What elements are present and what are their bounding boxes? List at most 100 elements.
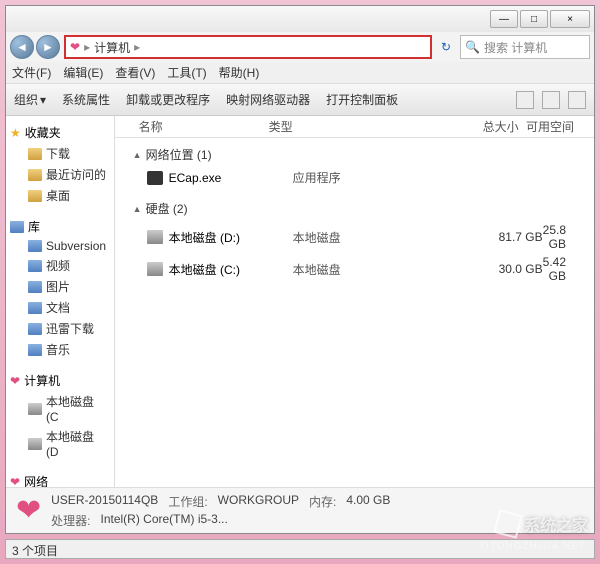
sidebar-item-downloads[interactable]: 下载 xyxy=(10,143,110,164)
folder-icon xyxy=(28,169,42,181)
forward-button[interactable]: ► xyxy=(36,35,60,59)
library-icon xyxy=(28,344,42,356)
item-type: 本地磁盘 xyxy=(293,229,423,246)
section-header-netloc[interactable]: ▲网络位置 (1) xyxy=(123,142,586,167)
maximize-button[interactable]: □ xyxy=(520,10,548,28)
item-free: 5.42 GB xyxy=(543,255,586,283)
menu-tools[interactable]: 工具(T) xyxy=(167,64,206,81)
toolbar: 组织 ▾ 系统属性 卸载或更改程序 映射网络驱动器 打开控制面板 xyxy=(6,84,594,116)
breadcrumb-computer[interactable]: 计算机 xyxy=(94,39,130,56)
item-total: 30.0 GB xyxy=(423,262,543,276)
section-netloc: ▲网络位置 (1) ECap.exe 应用程序 xyxy=(115,138,594,192)
drive-icon xyxy=(147,262,163,276)
col-name[interactable]: 名称 xyxy=(139,118,269,135)
menu-edit[interactable]: 编辑(E) xyxy=(63,64,103,81)
drive-icon xyxy=(28,438,42,450)
col-type[interactable]: 类型 xyxy=(269,118,399,135)
library-icon xyxy=(28,323,42,335)
folder-icon xyxy=(28,190,42,202)
triangle-icon: ▲ xyxy=(133,204,142,214)
watermark: 系统之家 xyxy=(496,512,588,536)
main-pane: 名称 类型 总大小 可用空间 ▲网络位置 (1) ECap.exe 应用程序 ▲… xyxy=(115,116,594,487)
menu-view[interactable]: 查看(V) xyxy=(115,64,155,81)
col-total[interactable]: 总大小 xyxy=(399,118,519,135)
item-name: ECap.exe xyxy=(169,171,293,185)
sidebar-network[interactable]: ❤网络 xyxy=(10,471,110,487)
tool-organize[interactable]: 组织 ▾ xyxy=(14,91,46,108)
pane-icon[interactable] xyxy=(542,91,560,109)
close-button[interactable]: × xyxy=(550,10,590,28)
computer-name: USER-20150114QB xyxy=(51,493,158,510)
menu-help[interactable]: 帮助(H) xyxy=(219,64,260,81)
item-name: 本地磁盘 (C:) xyxy=(169,261,293,278)
minimize-button[interactable]: — xyxy=(490,10,518,28)
house-icon xyxy=(493,509,522,538)
item-total: 81.7 GB xyxy=(423,230,543,244)
sidebar-item-video[interactable]: 视频 xyxy=(10,255,110,276)
menu-file[interactable]: 文件(F) xyxy=(12,64,51,81)
sidebar-item-drive-d[interactable]: 本地磁盘 (D xyxy=(10,426,110,461)
sidebar-item-desktop[interactable]: 桌面 xyxy=(10,185,110,206)
item-type: 应用程序 xyxy=(293,169,423,186)
sidebar-item-xunlei[interactable]: 迅雷下载 xyxy=(10,318,110,339)
sidebar-item-subversion[interactable]: Subversion xyxy=(10,237,110,255)
tool-controlpanel[interactable]: 打开控制面板 xyxy=(326,91,398,108)
item-name: 本地磁盘 (D:) xyxy=(169,229,293,246)
library-icon xyxy=(28,260,42,272)
section-disks: ▲硬盘 (2) 本地磁盘 (D:) 本地磁盘 81.7 GB 25.8 GB 本… xyxy=(115,192,594,289)
workgroup-value: WORKGROUP xyxy=(218,493,299,510)
library-icon xyxy=(28,281,42,293)
item-drive-c[interactable]: 本地磁盘 (C:) 本地磁盘 30.0 GB 5.42 GB xyxy=(123,253,586,285)
heart-icon: ❤ xyxy=(70,40,80,54)
library-icon xyxy=(28,240,42,252)
tool-uninstall[interactable]: 卸载或更改程序 xyxy=(126,91,210,108)
sidebar-computer[interactable]: ❤计算机 xyxy=(10,370,110,391)
crumb-sep-icon: ▸ xyxy=(134,40,140,54)
item-type: 本地磁盘 xyxy=(293,261,423,278)
sidebar-item-drive-c[interactable]: 本地磁盘 (C xyxy=(10,391,110,426)
col-free[interactable]: 可用空间 xyxy=(519,118,594,135)
nav-buttons: ◄ ► xyxy=(10,35,60,59)
heart-icon: ❤ xyxy=(16,493,41,528)
memory-value: 4.00 GB xyxy=(346,493,390,510)
tool-sysprops[interactable]: 系统属性 xyxy=(62,91,110,108)
column-headers: 名称 类型 总大小 可用空间 xyxy=(115,116,594,138)
camera-icon xyxy=(147,171,163,185)
crumb-sep-icon: ▸ xyxy=(84,40,90,54)
workgroup-label: 工作组: xyxy=(168,493,207,510)
sidebar-item-recent[interactable]: 最近访问的 xyxy=(10,164,110,185)
nav-row: ◄ ► ❤ ▸ 计算机 ▸ ↻ 🔍 搜索 计算机 xyxy=(6,32,594,62)
search-placeholder: 搜索 计算机 xyxy=(484,39,547,56)
sidebar-item-pictures[interactable]: 图片 xyxy=(10,276,110,297)
view-icon[interactable] xyxy=(516,91,534,109)
titlebar: — □ × xyxy=(6,6,594,32)
sidebar-favorites[interactable]: ★收藏夹 xyxy=(10,122,110,143)
section-header-disks[interactable]: ▲硬盘 (2) xyxy=(123,196,586,221)
triangle-icon: ▲ xyxy=(133,150,142,160)
content-area: ★收藏夹 下载 最近访问的 桌面 库 Subversion 视频 图片 文档 迅… xyxy=(6,116,594,487)
drive-icon xyxy=(28,403,42,415)
refresh-button[interactable]: ↻ xyxy=(436,37,456,57)
star-icon: ★ xyxy=(10,126,21,140)
tool-mapdrive[interactable]: 映射网络驱动器 xyxy=(226,91,310,108)
library-icon xyxy=(10,221,24,233)
explorer-window: — □ × ◄ ► ❤ ▸ 计算机 ▸ ↻ 🔍 搜索 计算机 文件(F) 编辑(… xyxy=(5,5,595,534)
back-button[interactable]: ◄ xyxy=(10,35,34,59)
cpu-value: Intel(R) Core(TM) i5-3... xyxy=(100,512,227,529)
sidebar-libraries[interactable]: 库 xyxy=(10,216,110,237)
status-text: 3 个项目 xyxy=(12,544,58,558)
help-icon[interactable] xyxy=(568,91,586,109)
address-bar[interactable]: ❤ ▸ 计算机 ▸ xyxy=(64,35,432,59)
item-drive-d[interactable]: 本地磁盘 (D:) 本地磁盘 81.7 GB 25.8 GB xyxy=(123,221,586,253)
heart-icon: ❤ xyxy=(10,475,20,488)
sidebar-item-documents[interactable]: 文档 xyxy=(10,297,110,318)
menubar: 文件(F) 编辑(E) 查看(V) 工具(T) 帮助(H) xyxy=(6,62,594,84)
sidebar-item-music[interactable]: 音乐 xyxy=(10,339,110,360)
item-ecap[interactable]: ECap.exe 应用程序 xyxy=(123,167,586,188)
search-input[interactable]: 🔍 搜索 计算机 xyxy=(460,35,590,59)
drive-icon xyxy=(147,230,163,244)
tool-view-icons xyxy=(516,91,586,109)
item-free: 25.8 GB xyxy=(543,223,586,251)
sidebar: ★收藏夹 下载 最近访问的 桌面 库 Subversion 视频 图片 文档 迅… xyxy=(6,116,115,487)
search-icon: 🔍 xyxy=(465,40,480,54)
